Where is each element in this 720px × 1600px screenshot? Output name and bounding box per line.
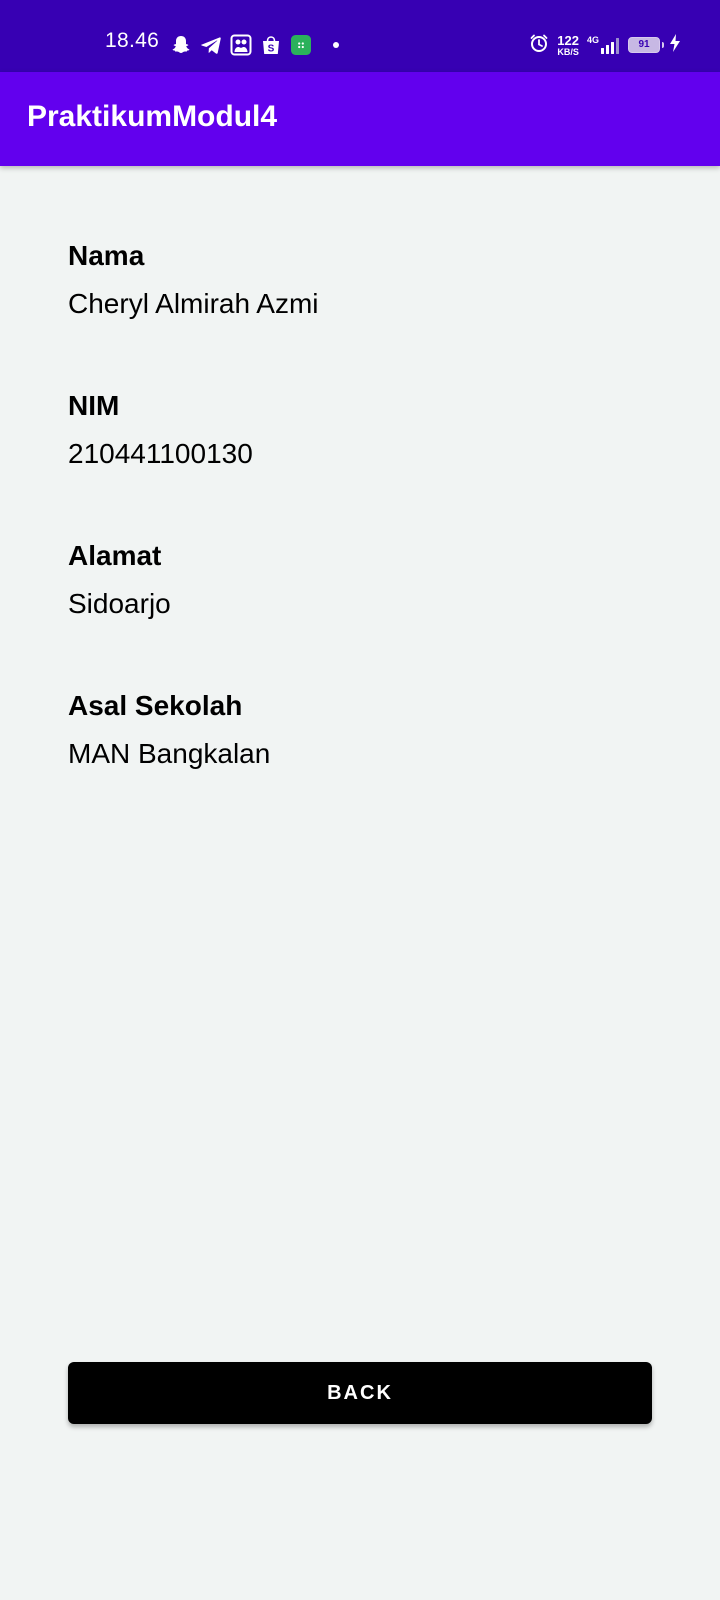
charging-icon [668,33,682,58]
field-alamat: Alamat Sidoarjo [68,539,668,689]
speed-value: 122 [557,32,579,48]
field-value: MAN Bangkalan [68,738,271,769]
notification-icons: S [170,34,340,56]
network-type: 4G [586,35,599,45]
svg-text:S: S [268,44,275,55]
alarm-icon [529,33,549,58]
field-nama: Nama Cheryl Almirah Azmi [68,239,668,389]
field-value: 210441100130 [68,438,253,469]
signal-icon: 4G [587,35,620,55]
field-label: NIM [68,390,120,421]
status-time: 18.46 [105,29,160,52]
field-value: Cheryl Almirah Azmi [68,288,319,319]
field-label: Nama [68,240,145,271]
gallery-icon [230,34,252,56]
field-nim: NIM 210441100130 [68,389,668,539]
speed-unit: KB/S [557,46,579,57]
app-bar: PraktikumModul4 [0,72,720,166]
field-value: Sidoarjo [68,588,171,619]
battery-indicator: 91 [628,37,664,53]
app-title: PraktikumModul4 [27,100,278,133]
shopee-icon: S [260,34,282,56]
snapchat-icon [170,34,192,56]
profile-details: Nama Cheryl Almirah Azmi NIM 21044110013… [68,239,668,839]
status-bar: 18.46 S 122 KB/S 4G 91 [0,0,720,72]
dot-icon [332,41,340,49]
back-button[interactable]: BACK [68,1362,652,1424]
field-label: Alamat [68,540,162,571]
field-label: Asal Sekolah [68,690,243,721]
telegram-icon [200,34,222,56]
system-status-icons: 122 KB/S 4G 91 [529,30,682,60]
green-app-icon [290,34,312,56]
network-speed: 122 KB/S [557,34,579,57]
field-asal-sekolah: Asal Sekolah MAN Bangkalan [68,689,668,839]
